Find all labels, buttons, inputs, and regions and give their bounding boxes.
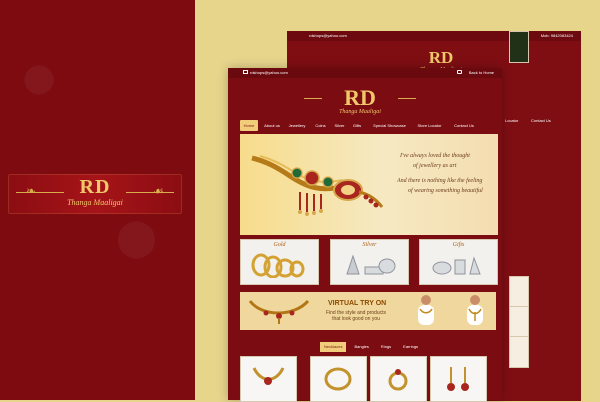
back-product-card (509, 276, 529, 308)
back-nav-locator: Locator (505, 118, 519, 123)
nav-store-locator[interactable]: Store Locator (414, 120, 445, 131)
virtual-try-on-banner[interactable]: VIRTUAL TRY ON Find the style and produc… (240, 292, 496, 330)
product-tabs: Necklaces Bangles Rings Earrings (320, 342, 423, 352)
virtual-try-on-subtitle: Find the style and products that look go… (325, 310, 387, 322)
hero-quote-line-1: I've always loved the thought (400, 153, 470, 159)
hero-quote-line-3: And there is nothing like the feeling (397, 178, 483, 184)
front-site-logo: RD Thanga Maaligai (304, 85, 416, 118)
left-brand-logo: ❧ ☙ RD Thanga Maaligai (8, 174, 182, 214)
model-one-image (418, 295, 434, 325)
model-two-image (467, 295, 483, 325)
bangle-product-icon (324, 367, 352, 391)
hero-banner: I've always loved the thought of jewelle… (240, 134, 498, 235)
hero-quote-line-2: of jewellery as art (413, 163, 457, 169)
tab-earrings[interactable]: Earrings (399, 342, 423, 352)
earring-product-icon (447, 367, 469, 391)
nav-contact-us[interactable]: Contact Us (449, 120, 479, 131)
front-main-nav: Home About us Jewellery Coins Silver Gif… (240, 120, 480, 131)
tab-bangles[interactable]: Bangles (350, 342, 373, 352)
nav-silver[interactable]: Silver (332, 120, 347, 131)
back-site-email: rdshops@yahoo.com (309, 33, 347, 38)
product-card-necklace[interactable] (240, 356, 297, 402)
front-logo-line-left (304, 98, 322, 99)
gift-items-icon (432, 256, 481, 275)
nav-about-us[interactable]: About us (263, 120, 281, 131)
necklace-product-icon (252, 367, 285, 385)
front-logo-sub: Thanga Maaligai (339, 109, 381, 115)
gold-category-card[interactable]: Gold (240, 239, 319, 285)
back-nav-contact: Contact Us (531, 118, 551, 123)
nav-jewellery[interactable]: Jewellery (285, 120, 309, 131)
gold-category-title: Gold (273, 242, 286, 248)
silver-category-card[interactable]: Silver (330, 239, 409, 285)
silver-category-title: Silver (362, 242, 377, 248)
back-product-card (509, 336, 529, 368)
nav-special-showcase[interactable]: Special Showcase (368, 120, 411, 131)
gifts-category-title: Gifts (452, 242, 465, 248)
hero-quote-line-4: of wearing something beautiful (408, 188, 483, 194)
left-background-panel: ❧ ☙ RD Thanga Maaligai (0, 0, 195, 400)
back-product-card (509, 306, 529, 338)
front-logo-main: RD (344, 85, 376, 110)
front-site-email: rdshops@yahoo.com (250, 70, 288, 75)
back-site-phone: Mob: 9842083424 (540, 33, 573, 38)
left-logo-main-text: RD (79, 176, 111, 198)
back-product-card (509, 31, 529, 63)
front-site-phone: Back to Home (468, 70, 494, 75)
silver-items-icon (346, 254, 396, 275)
virtual-try-on-title: VIRTUAL TRY ON (328, 300, 387, 307)
back-site-topbar: rdshops@yahoo.com Mob: 9842083424 (287, 31, 581, 41)
phone-icon (457, 70, 462, 74)
product-card-ring[interactable] (370, 356, 427, 402)
gold-bangles-icon (251, 253, 305, 278)
tab-necklaces[interactable]: Necklaces (320, 342, 347, 352)
necklace-illustration (251, 155, 384, 216)
foreground-site-preview: rdshops@yahoo.com Back to Home RD Thanga… (228, 68, 502, 402)
nav-home[interactable]: Home (240, 120, 258, 131)
nav-coins[interactable]: Coins (313, 120, 328, 131)
ring-product-icon (388, 369, 408, 391)
nav-gifts[interactable]: Gifts (350, 120, 364, 131)
virtual-necklace-icon (248, 299, 310, 324)
front-logo-line-right (398, 98, 416, 99)
back-site-logo-main: RD (428, 48, 454, 67)
product-card-bangle[interactable] (310, 356, 367, 402)
mail-icon (243, 70, 248, 74)
tab-rings[interactable]: Rings (376, 342, 396, 352)
front-site-topbar: rdshops@yahoo.com Back to Home (228, 68, 502, 78)
left-logo-sub-text: Thanga Maaligai (67, 198, 123, 207)
product-card-earring[interactable] (430, 356, 487, 402)
gifts-category-card[interactable]: Gifts (419, 239, 498, 285)
